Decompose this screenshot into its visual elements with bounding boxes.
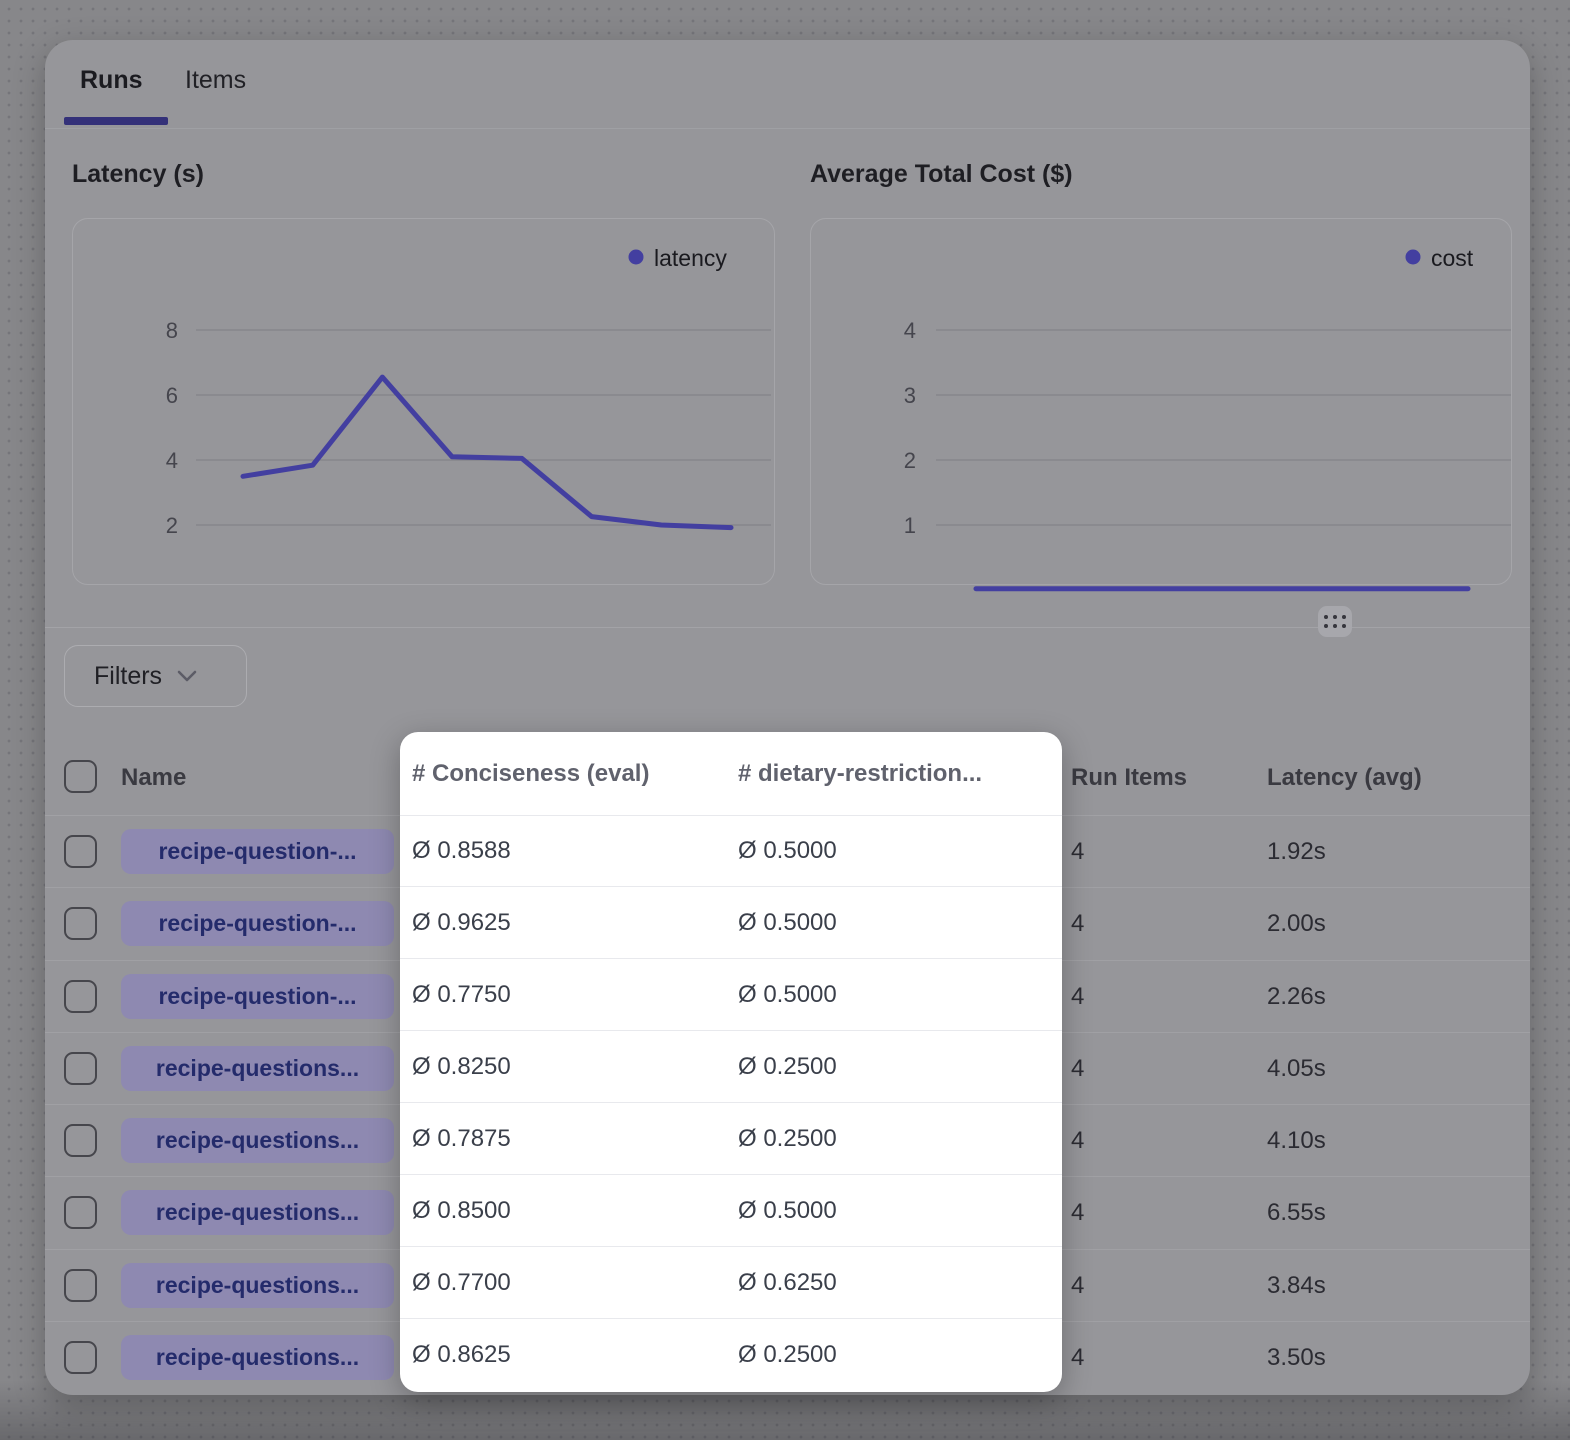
conciseness-cell: Ø 0.7875 — [412, 1103, 511, 1174]
latency-line-chart: 8 6 4 2 latency — [73, 219, 776, 586]
column-header-latency: Latency (avg) — [1267, 764, 1422, 792]
dietary-restriction-cell: Ø 0.2500 — [738, 1319, 837, 1390]
dietary-restriction-cell: Ø 0.2500 — [738, 1031, 837, 1102]
active-tab-indicator — [64, 117, 168, 125]
run-name-badge[interactable]: recipe-question-... — [121, 901, 394, 946]
latency-avg-cell: 3.50s — [1267, 1322, 1326, 1393]
tab-runs[interactable]: Runs — [80, 66, 143, 95]
highlighted-row: Ø 0.7700 Ø 0.6250 — [400, 1247, 1062, 1319]
section-divider — [45, 627, 1530, 628]
highlighted-row: Ø 0.8588 Ø 0.5000 — [400, 815, 1062, 887]
run-name-badge[interactable]: recipe-questions... — [121, 1335, 394, 1380]
tab-items[interactable]: Items — [185, 66, 246, 95]
column-header-conciseness: # Conciseness (eval) — [412, 732, 649, 816]
latency-chart: 8 6 4 2 latency — [72, 218, 775, 585]
highlighted-row: Ø 0.9625 Ø 0.5000 — [400, 887, 1062, 959]
highlighted-columns-rows: Ø 0.8588Ø 0.5000Ø 0.9625Ø 0.5000Ø 0.7750… — [400, 815, 1062, 1391]
svg-text:cost: cost — [1431, 245, 1474, 271]
latency-avg-cell: 2.00s — [1267, 888, 1326, 959]
run-items-cell: 4 — [1071, 888, 1084, 959]
latency-avg-cell: 3.84s — [1267, 1250, 1326, 1321]
column-header-dietary-restriction: # dietary-restriction... — [738, 732, 982, 816]
dietary-restriction-cell: Ø 0.2500 — [738, 1103, 837, 1174]
row-checkbox[interactable] — [64, 1269, 97, 1302]
highlighted-row: Ø 0.7875 Ø 0.2500 — [400, 1103, 1062, 1175]
latency-avg-cell: 1.92s — [1267, 816, 1326, 887]
latency-avg-cell: 4.05s — [1267, 1033, 1326, 1104]
latency-avg-cell: 4.10s — [1267, 1105, 1326, 1176]
highlighted-row: Ø 0.7750 Ø 0.5000 — [400, 959, 1062, 1031]
latency-chart-title: Latency (s) — [72, 160, 204, 189]
latency-avg-cell: 2.26s — [1267, 961, 1326, 1032]
cost-chart: 4 3 2 1 cost — [810, 218, 1512, 585]
conciseness-cell: Ø 0.7750 — [412, 959, 511, 1030]
select-all-checkbox[interactable] — [64, 760, 97, 793]
conciseness-cell: Ø 0.8250 — [412, 1031, 511, 1102]
svg-text:3: 3 — [904, 383, 916, 408]
conciseness-cell: Ø 0.8625 — [412, 1319, 511, 1390]
run-name-badge[interactable]: recipe-questions... — [121, 1263, 394, 1308]
run-items-cell: 4 — [1071, 1105, 1084, 1176]
latency-avg-cell: 6.55s — [1267, 1177, 1326, 1248]
run-items-cell: 4 — [1071, 1177, 1084, 1248]
row-checkbox[interactable] — [64, 1124, 97, 1157]
highlighted-columns-panel: # Conciseness (eval) # dietary-restricti… — [400, 732, 1062, 1392]
grip-dots-icon[interactable] — [1318, 606, 1352, 637]
cost-line-chart: 4 3 2 1 cost — [811, 219, 1513, 586]
conciseness-cell: Ø 0.7700 — [412, 1247, 511, 1318]
svg-text:6: 6 — [166, 383, 178, 408]
run-items-cell: 4 — [1071, 1250, 1084, 1321]
svg-text:2: 2 — [166, 513, 178, 538]
column-header-name: Name — [121, 764, 186, 792]
filters-button-label: Filters — [94, 662, 162, 691]
dietary-restriction-cell: Ø 0.6250 — [738, 1247, 837, 1318]
svg-text:2: 2 — [904, 448, 916, 473]
row-checkbox[interactable] — [64, 907, 97, 940]
run-name-badge[interactable]: recipe-question-... — [121, 829, 394, 874]
row-checkbox[interactable] — [64, 835, 97, 868]
run-name-badge[interactable]: recipe-questions... — [121, 1118, 394, 1163]
highlighted-row: Ø 0.8625 Ø 0.2500 — [400, 1319, 1062, 1391]
run-items-cell: 4 — [1071, 1033, 1084, 1104]
tabs-divider — [45, 128, 1530, 129]
page-background: Runs Items Latency (s) Average Total Cos… — [0, 0, 1570, 1440]
highlighted-row: Ø 0.8250 Ø 0.2500 — [400, 1031, 1062, 1103]
run-name-badge[interactable]: recipe-questions... — [121, 1046, 394, 1091]
runs-card: Runs Items Latency (s) Average Total Cos… — [45, 40, 1530, 1395]
run-items-cell: 4 — [1071, 816, 1084, 887]
dietary-restriction-cell: Ø 0.5000 — [738, 959, 837, 1030]
svg-text:4: 4 — [904, 318, 916, 343]
dietary-restriction-cell: Ø 0.5000 — [738, 887, 837, 958]
highlighted-columns-header: # Conciseness (eval) # dietary-restricti… — [400, 732, 1062, 816]
filters-button[interactable]: Filters — [64, 645, 247, 707]
conciseness-cell: Ø 0.8500 — [412, 1175, 511, 1246]
conciseness-cell: Ø 0.9625 — [412, 887, 511, 958]
column-header-run-items: Run Items — [1071, 764, 1187, 792]
svg-text:latency: latency — [654, 245, 727, 271]
run-name-badge[interactable]: recipe-questions... — [121, 1190, 394, 1235]
run-items-cell: 4 — [1071, 1322, 1084, 1393]
dietary-restriction-cell: Ø 0.5000 — [738, 1175, 837, 1246]
conciseness-cell: Ø 0.8588 — [412, 815, 511, 886]
chevron-down-icon — [177, 670, 197, 682]
row-checkbox[interactable] — [64, 1196, 97, 1229]
row-checkbox[interactable] — [64, 980, 97, 1013]
cost-chart-title: Average Total Cost ($) — [810, 160, 1073, 189]
svg-text:8: 8 — [166, 318, 178, 343]
svg-text:1: 1 — [904, 513, 916, 538]
run-name-badge[interactable]: recipe-question-... — [121, 974, 394, 1019]
highlighted-row: Ø 0.8500 Ø 0.5000 — [400, 1175, 1062, 1247]
svg-text:4: 4 — [166, 448, 178, 473]
grip-dots — [1324, 615, 1347, 629]
row-checkbox[interactable] — [64, 1052, 97, 1085]
row-checkbox[interactable] — [64, 1341, 97, 1374]
dietary-restriction-cell: Ø 0.5000 — [738, 815, 837, 886]
run-items-cell: 4 — [1071, 961, 1084, 1032]
